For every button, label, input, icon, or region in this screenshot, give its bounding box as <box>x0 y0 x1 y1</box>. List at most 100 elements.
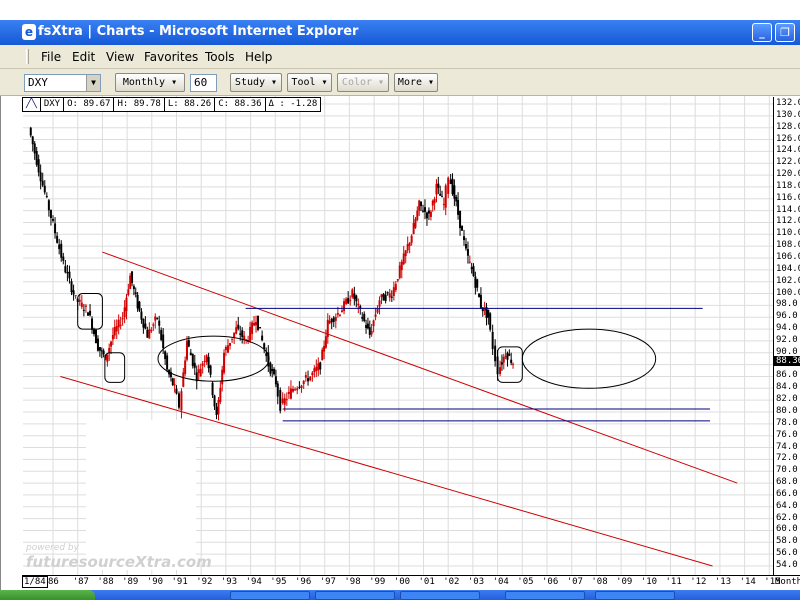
candle-body <box>54 223 57 234</box>
study-button[interactable]: Study ▾ <box>230 73 282 92</box>
candle-body <box>355 295 358 302</box>
candle-body <box>464 244 467 249</box>
candle-body <box>70 281 73 293</box>
candle-body <box>468 261 471 263</box>
more-button[interactable]: More ▾ <box>394 73 438 92</box>
menu-view[interactable]: View <box>106 50 134 64</box>
taskbar-item[interactable] <box>505 591 585 600</box>
candle-body <box>91 318 94 330</box>
candle-body <box>237 324 240 329</box>
menu-edit[interactable]: Edit <box>72 50 95 64</box>
y-tick-label: 130.0 <box>776 109 800 120</box>
x-tick-label: '06 <box>542 577 559 587</box>
y-tick-label: 92.0 <box>776 334 798 345</box>
candle-body <box>162 334 165 349</box>
bars-input[interactable]: 60 <box>190 74 217 92</box>
candle-body <box>235 327 238 334</box>
candle-body <box>43 185 46 193</box>
x-tick-label: '88 <box>97 577 114 587</box>
y-tick-label: 72.0 <box>776 453 798 464</box>
candle-body <box>80 302 83 307</box>
maximize-button[interactable]: ❐ <box>775 23 795 42</box>
candle-body <box>119 324 122 326</box>
tool-button[interactable]: Tool ▾ <box>287 73 332 92</box>
candle-body <box>451 178 454 195</box>
candle-body <box>392 287 395 296</box>
candle-body <box>386 292 389 294</box>
candle-body <box>487 309 490 318</box>
candle-body <box>249 326 252 341</box>
y-tick-label: 84.0 <box>776 382 798 393</box>
taskbar-item[interactable] <box>595 591 675 600</box>
x-tick-label: '07 <box>566 577 583 587</box>
candle-body <box>374 314 377 317</box>
menu-file[interactable]: File <box>41 50 61 64</box>
period-button[interactable]: Monthly ▾ <box>115 73 185 92</box>
y-tick-label: 110.0 <box>776 228 800 239</box>
chevron-down-icon[interactable]: ▼ <box>86 75 100 91</box>
taskbar <box>0 590 800 600</box>
candle-body <box>365 325 368 329</box>
y-tick-label: 58.0 <box>776 536 798 547</box>
x-tick-label: '94 <box>245 577 262 587</box>
candle-body <box>100 350 103 352</box>
candle-body <box>160 330 163 340</box>
candle-body <box>328 320 331 324</box>
candle-body <box>273 369 276 375</box>
candle-body <box>52 219 54 221</box>
symbol-value: DXY <box>28 76 48 89</box>
candle-body <box>506 352 509 360</box>
menu-favorites[interactable]: Favorites <box>144 50 198 64</box>
bars-value: 60 <box>194 76 208 89</box>
menu-tools[interactable]: Tools <box>205 50 235 64</box>
chart-icon: ╱╲ <box>23 98 41 111</box>
y-tick-label: 118.0 <box>776 180 800 191</box>
start-button[interactable] <box>0 590 95 600</box>
candle-body <box>437 183 440 188</box>
candle-body <box>384 294 387 302</box>
candle-body <box>307 378 310 382</box>
y-tick-label: 126.0 <box>776 133 800 144</box>
candle-body <box>304 375 307 378</box>
taskbar-item[interactable] <box>315 591 395 600</box>
candle-body <box>444 185 447 208</box>
x-tick-label: '00 <box>393 577 411 587</box>
minimize-button[interactable]: _ <box>752 23 772 42</box>
candle-body <box>463 236 466 241</box>
candle-body <box>231 338 234 340</box>
y-tick-label: 60.0 <box>776 524 798 535</box>
candle-body <box>224 346 227 351</box>
candle-body <box>89 310 92 316</box>
candle-body <box>459 210 462 229</box>
candle-body <box>466 249 469 256</box>
candle-body <box>338 314 341 316</box>
candle-body <box>294 389 297 391</box>
candle-body <box>171 378 174 385</box>
ie-icon: e <box>22 24 36 40</box>
candle-body <box>185 340 188 360</box>
candle-body <box>226 345 229 353</box>
candle-body <box>298 386 301 388</box>
candle-body <box>39 172 42 182</box>
annotation-ellipse <box>157 335 270 382</box>
candle-body <box>453 185 456 199</box>
candle-body <box>129 275 132 289</box>
candle-body <box>366 323 369 329</box>
candle-body <box>199 368 202 377</box>
x-tick-label: '03 <box>467 577 485 587</box>
x-tick-label: '02 <box>443 577 460 587</box>
candle-body <box>177 393 180 408</box>
candle-body <box>309 376 312 381</box>
candle-body <box>31 136 34 145</box>
menu-help[interactable]: Help <box>245 50 272 64</box>
candle-body <box>423 207 426 212</box>
candle-body <box>414 219 417 228</box>
candle-body <box>276 383 279 397</box>
symbol-combo[interactable]: DXY ▼ <box>24 74 101 92</box>
candle-body <box>134 292 137 295</box>
candle-body <box>279 389 282 411</box>
candle-body <box>191 354 194 367</box>
y-tick-label: 94.0 <box>776 323 798 334</box>
taskbar-item[interactable] <box>230 591 310 600</box>
taskbar-item[interactable] <box>400 591 480 600</box>
